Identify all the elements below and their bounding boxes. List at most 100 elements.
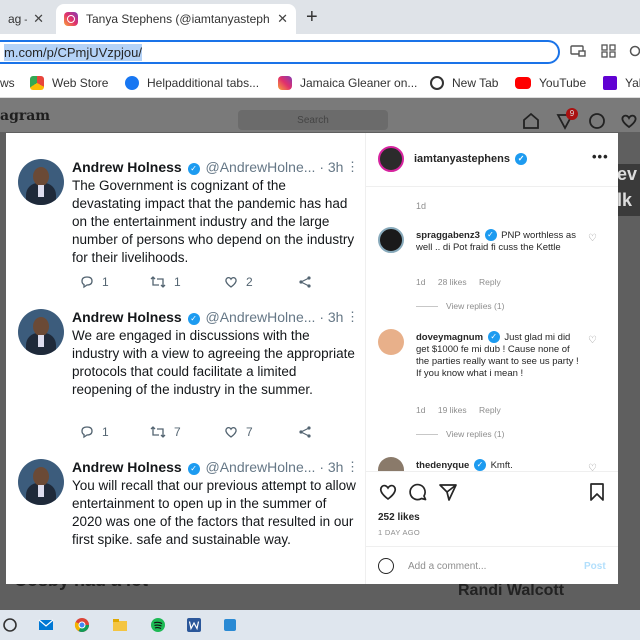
- url-field[interactable]: m.com/p/CPmjUVzpjou/: [0, 40, 560, 64]
- comment-input[interactable]: Add a comment...: [408, 561, 486, 572]
- tweet-author-name: Andrew Holness: [72, 309, 182, 325]
- retweet-count: 1: [150, 275, 181, 289]
- avatar: [18, 159, 64, 205]
- post-comment-button[interactable]: Post: [584, 561, 606, 572]
- bookmark-label: New Tab: [452, 76, 499, 90]
- heart-icon: [225, 276, 237, 288]
- word-icon[interactable]: [186, 617, 202, 633]
- comment-likes[interactable]: 28 likes: [438, 277, 467, 287]
- more-options-icon: ⋮: [346, 309, 359, 324]
- tweet-text: You will recall that our previous attemp…: [72, 478, 356, 547]
- retweet-count-label: 7: [174, 425, 181, 439]
- app-icon[interactable]: [222, 617, 238, 633]
- comment-icon[interactable]: [408, 482, 428, 502]
- bookmark-icon[interactable]: [588, 482, 606, 502]
- bookmark-facebook[interactable]: Helpadditional tabs...: [125, 76, 259, 90]
- retweet-count: 7: [150, 425, 181, 439]
- more-options-button[interactable]: •••: [592, 149, 609, 164]
- mail-icon[interactable]: [38, 617, 54, 633]
- verified-badge-icon: ✓: [187, 313, 200, 325]
- likes-count[interactable]: 252 likes: [378, 512, 420, 523]
- add-comment-bar: Add a comment... Post: [366, 546, 618, 584]
- home-icon[interactable]: [522, 112, 540, 130]
- comment-username[interactable]: doveymagnum: [416, 332, 483, 343]
- bookmark-label: Web Store: [52, 76, 109, 90]
- post-image[interactable]: Andrew Holness ✓ @AndrewHolne... · 3h ⋮ …: [6, 133, 366, 584]
- view-replies-button[interactable]: View replies (1): [416, 301, 504, 311]
- share-icon: [299, 276, 311, 288]
- bookmark-yahoo[interactable]: Yah: [603, 76, 640, 90]
- apps-grid-icon[interactable]: [601, 44, 617, 58]
- like-count: 2: [224, 275, 253, 289]
- post-author-username[interactable]: iamtanyastephens ✓: [414, 153, 529, 165]
- background-headline: Randi Walcott: [458, 582, 565, 599]
- heart-icon[interactable]: [620, 112, 638, 130]
- bookmark-webstore[interactable]: Web Store: [30, 76, 108, 90]
- tweet-header: Andrew Holness ✓ @AndrewHolne... · 3h: [72, 159, 362, 175]
- bookmark-new-tab[interactable]: New Tab: [430, 76, 498, 90]
- more-options-icon: ⋮: [346, 459, 359, 474]
- new-tab-button[interactable]: +: [306, 6, 318, 29]
- webstore-icon: [30, 76, 44, 90]
- tab-active[interactable]: Tanya Stephens (@iamtanyasteph ✕: [56, 4, 296, 34]
- emoji-icon[interactable]: [378, 558, 394, 574]
- avatar[interactable]: [378, 329, 404, 355]
- view-replies-button[interactable]: View replies (1): [416, 429, 504, 439]
- bookmark-label: Helpadditional tabs...: [147, 76, 260, 90]
- comment: doveymagnum ✓ Just glad mi did get $1000…: [366, 329, 618, 444]
- file-explorer-icon[interactable]: [112, 617, 128, 633]
- comment-username[interactable]: thedenyque: [416, 460, 469, 471]
- tab-inactive[interactable]: ag – ✕: [0, 4, 52, 34]
- comment-like-icon[interactable]: ♡: [588, 233, 597, 244]
- bookmark-label: Jamaica Gleaner on...: [300, 76, 418, 90]
- comment-meta: 1d 28 likes Reply: [416, 277, 511, 287]
- reply-count: 1: [80, 275, 109, 289]
- tweet-actions: 1 1 2: [72, 275, 322, 291]
- tweet: Andrew Holness ✓ @AndrewHolne... · 3h ⋮ …: [6, 459, 365, 579]
- bookmark-youtube[interactable]: YouTube: [515, 76, 586, 90]
- verified-badge-icon: ✓: [487, 331, 500, 343]
- chrome-icon[interactable]: [74, 617, 90, 633]
- settings-icon[interactable]: [628, 44, 640, 58]
- comment-body: doveymagnum ✓ Just glad mi did get $1000…: [416, 331, 584, 380]
- post-header: iamtanyastephens ✓ •••: [366, 133, 618, 187]
- comments-pane: iamtanyastephens ✓ ••• 1d spraggabenz3 ✓…: [366, 133, 618, 584]
- tweet-handle: @AndrewHolne...: [205, 159, 316, 175]
- reply-button[interactable]: Reply: [479, 405, 501, 415]
- like-count: 7: [224, 425, 253, 439]
- avatar[interactable]: [378, 146, 404, 172]
- reply-button[interactable]: Reply: [479, 277, 501, 287]
- avatar[interactable]: [378, 227, 404, 253]
- close-icon[interactable]: ✕: [277, 11, 288, 27]
- retweet-icon: [150, 426, 166, 438]
- instagram-icon: [64, 12, 78, 26]
- tweet-time: · 3h: [319, 159, 344, 175]
- comment-like-icon[interactable]: ♡: [588, 463, 597, 471]
- facebook-icon: [125, 76, 139, 90]
- tab-title: Tanya Stephens (@iamtanyasteph: [86, 12, 270, 26]
- verified-badge-icon: ✓: [484, 229, 497, 241]
- comment-body: thedenyque ✓ Kmft.: [416, 459, 584, 471]
- tweet-author-name: Andrew Holness: [72, 459, 182, 475]
- search-input[interactable]: Search: [238, 110, 388, 130]
- comment-username[interactable]: spraggabenz3: [416, 230, 480, 241]
- task-view-icon[interactable]: [2, 617, 18, 633]
- close-icon[interactable]: ✕: [33, 11, 44, 27]
- more-options-icon: ⋮: [346, 159, 359, 174]
- bookmark-gleaner[interactable]: Jamaica Gleaner on...: [278, 76, 417, 90]
- tweet-handle: @AndrewHolne...: [205, 309, 316, 325]
- heart-icon[interactable]: [378, 482, 398, 502]
- tweet: Andrew Holness ✓ @AndrewHolne... · 3h ⋮ …: [6, 309, 365, 449]
- bookmark-item[interactable]: ws: [0, 76, 15, 90]
- comment-body: spraggabenz3 ✓ PNP worthless as well .. …: [416, 229, 584, 254]
- comment-like-icon[interactable]: ♡: [588, 335, 597, 346]
- explore-icon[interactable]: [588, 112, 606, 130]
- instagram-header: agram Search 9: [0, 98, 640, 132]
- tweet-text: We are engaged in discussions with the i…: [72, 328, 355, 397]
- share-icon[interactable]: [438, 482, 458, 502]
- spotify-icon[interactable]: [150, 617, 166, 633]
- avatar[interactable]: [378, 457, 404, 471]
- cast-icon[interactable]: [570, 44, 586, 58]
- comment-likes[interactable]: 19 likes: [438, 405, 467, 415]
- retweet-count-label: 1: [174, 275, 181, 289]
